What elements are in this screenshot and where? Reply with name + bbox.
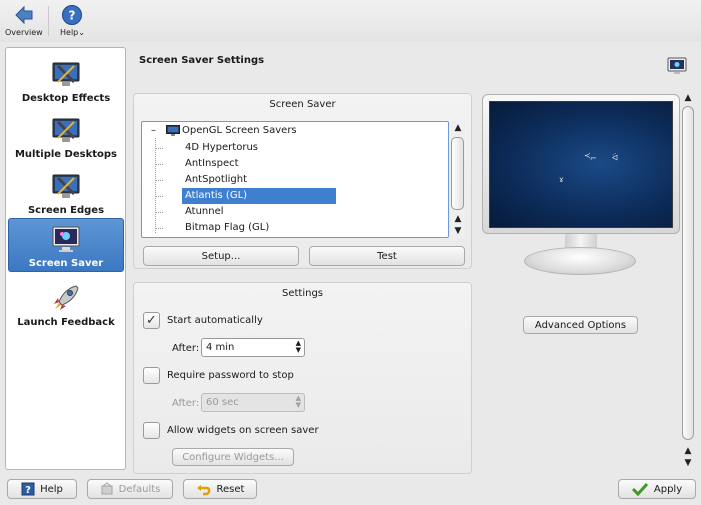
preview-monitor-base [524, 247, 636, 275]
apply-button-label: Apply [653, 483, 683, 495]
tree-guide-line [155, 138, 156, 233]
help-icon: ? [62, 5, 83, 25]
tree-guide-line [155, 164, 163, 165]
reset-button-label: Reset [216, 483, 245, 495]
monitor-wrench-icon [52, 62, 80, 86]
page-title: Screen Saver Settings [139, 55, 265, 66]
start-after-spinbox[interactable]: 4 min ▲ ▼ [201, 338, 305, 357]
tree-guide-line [155, 228, 163, 229]
sidebar-item-screen-saver[interactable]: Screen Saver [8, 218, 124, 272]
reset-button[interactable]: Reset [183, 479, 257, 499]
checkmark-icon [631, 482, 648, 496]
dropdown-arrow-icon: ⌄ [78, 28, 85, 37]
rocket-icon [54, 285, 79, 310]
sidebar-item-label: Multiple Desktops [14, 149, 117, 160]
sidebar-item-label: Desktop Effects [21, 93, 111, 104]
sidebar-item-label: Screen Saver [28, 258, 104, 269]
apply-button[interactable]: Apply [618, 479, 696, 499]
list-item[interactable]: AntInspect [184, 156, 336, 172]
monitor-wrench-icon [52, 174, 80, 198]
page-scroll-up-icon[interactable]: ▲ [682, 446, 694, 456]
test-button[interactable]: Test [309, 246, 465, 266]
screensaver-list[interactable]: – OpenGL Screen Savers 4D Hypertorus Ant… [141, 121, 449, 238]
list-item[interactable]: Atunnel [184, 204, 336, 220]
test-button-label: Test [377, 250, 397, 262]
setup-button[interactable]: Setup... [143, 246, 299, 266]
preview-monitor-neck [565, 234, 597, 248]
list-scrollbar[interactable]: ▲ ▲ ▼ [451, 121, 465, 238]
scroll-down-icon[interactable]: ▼ [452, 226, 464, 236]
advanced-options-label: Advanced Options [534, 319, 627, 331]
tree-guide-line [155, 148, 163, 149]
page-scroll-down-icon[interactable]: ▼ [682, 458, 694, 468]
sidebar-item-label: Launch Feedback [17, 317, 115, 328]
tree-guide-line [155, 212, 163, 213]
help-button-label: Help [40, 483, 63, 495]
list-item[interactable]: 4D Hypertorus [184, 140, 336, 156]
scroll-up-icon[interactable]: ▲ [452, 214, 464, 224]
sidebar-item-desktop-effects[interactable]: Desktop Effects [8, 54, 124, 108]
spin-arrows-icon[interactable]: ▲ ▼ [296, 340, 301, 354]
help-menu-button[interactable]: ? Help⌄ [60, 0, 85, 37]
page-scroll-handle[interactable] [682, 106, 694, 440]
list-item[interactable]: Bitmap Flag (GL) [184, 220, 336, 236]
sidebar-item-multiple-desktops[interactable]: Multiple Desktops [8, 110, 124, 164]
fish-shape: ⌐ [590, 154, 597, 163]
setup-button-label: Setup... [201, 250, 241, 262]
tree-guide-line [155, 196, 163, 197]
back-arrow-icon [15, 5, 33, 25]
start-automatically-label: Start automatically [167, 315, 263, 326]
tree-category-opengl[interactable]: OpenGL Screen Savers [182, 123, 297, 139]
svg-text:?: ? [25, 485, 31, 496]
advanced-options-button[interactable]: Advanced Options [523, 316, 638, 334]
sidebar-item-screen-edges[interactable]: Screen Edges [8, 166, 124, 220]
start-automatically-checkbox[interactable]: ✓ [143, 312, 160, 329]
start-after-value: 4 min [206, 342, 235, 353]
require-password-checkbox[interactable] [143, 367, 160, 384]
toolbar-separator [48, 6, 49, 36]
sidebar-item-label: Screen Edges [27, 205, 105, 216]
defaults-icon [101, 482, 113, 495]
spin-arrows-icon[interactable]: ▲ ▼ [296, 395, 301, 409]
list-scroll-handle[interactable] [451, 137, 464, 210]
fish-shape: ɤ [559, 175, 564, 184]
page-scroll-up-icon[interactable]: ▲ [682, 93, 694, 103]
checkmark-icon: ✓ [146, 313, 157, 328]
require-password-label: Require password to stop [167, 370, 294, 381]
top-toolbar: Overview ? Help⌄ [0, 0, 701, 42]
password-after-label: After: [172, 398, 200, 409]
monitor-wrench-icon [52, 118, 80, 142]
list-item[interactable]: AntSpotlight [184, 172, 336, 188]
overview-label: Overview [5, 28, 43, 37]
overview-button[interactable]: Overview [5, 0, 43, 37]
settings-group-title: Settings [281, 288, 323, 299]
sidebar-item-launch-feedback[interactable]: Launch Feedback [8, 278, 124, 332]
help-icon: ? [21, 482, 35, 496]
screen-saver-header-icon [667, 57, 687, 74]
svg-text:?: ? [69, 9, 76, 23]
preview-screen: ≺ ⌐ ᐛ ɤ [489, 101, 673, 228]
help-button[interactable]: ? Help [7, 479, 77, 499]
tree-expander[interactable]: – [151, 123, 156, 139]
scroll-up-icon[interactable]: ▲ [452, 123, 464, 133]
fish-shape: ᐛ [612, 153, 619, 162]
monitor-icon [52, 226, 80, 252]
allow-widgets-checkbox[interactable] [143, 422, 160, 439]
configure-widgets-label: Configure Widgets... [182, 451, 284, 463]
start-after-label: After: [172, 343, 200, 354]
screensaver-group-title: Screen Saver [269, 99, 336, 110]
sidebar: Desktop Effects Multiple Desktops Screen… [5, 47, 126, 470]
tree-guide-line [155, 180, 163, 181]
defaults-button-label: Defaults [118, 483, 161, 495]
list-item-selected[interactable]: Atlantis (GL) [182, 188, 336, 204]
defaults-button[interactable]: Defaults [87, 479, 173, 499]
undo-icon [196, 485, 210, 496]
password-after-spinbox[interactable]: 60 sec ▲ ▼ [201, 393, 305, 412]
monitor-icon [166, 125, 180, 136]
help-menu-label: Help [60, 28, 79, 37]
allow-widgets-label: Allow widgets on screen saver [167, 425, 319, 436]
password-after-value: 60 sec [206, 397, 239, 408]
configure-widgets-button[interactable]: Configure Widgets... [172, 448, 294, 466]
